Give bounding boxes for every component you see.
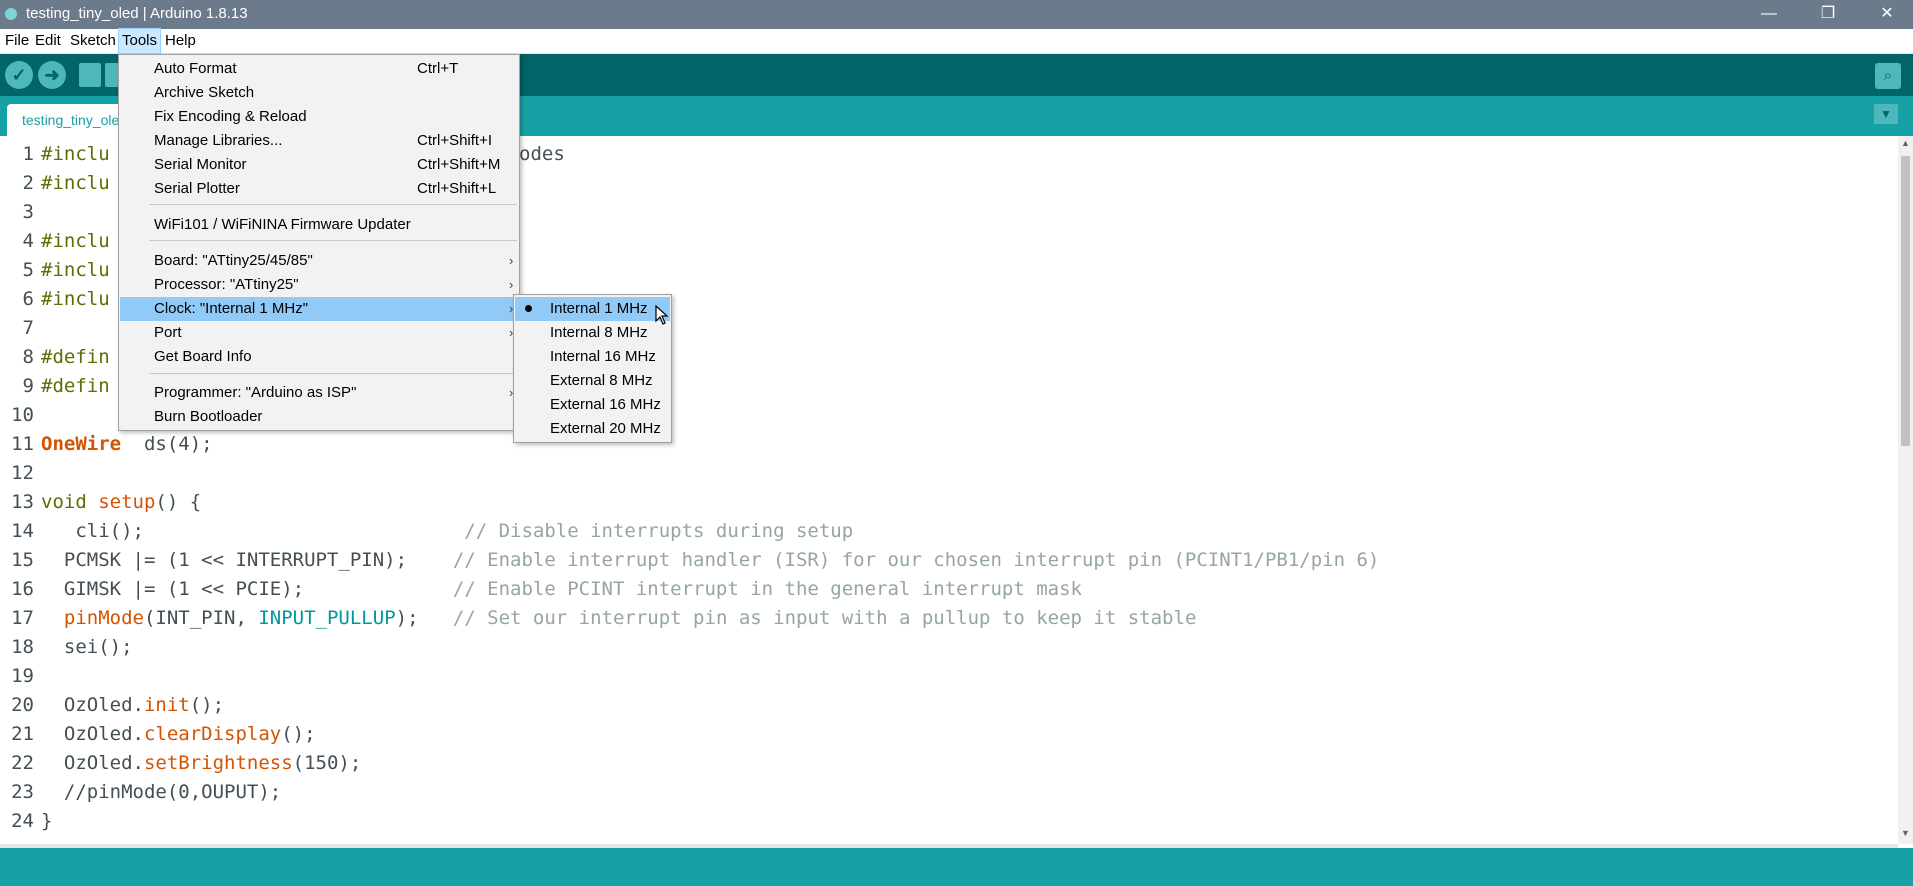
menu-item-port[interactable]: Port › [120, 321, 518, 345]
code-line: 14 cli(); // Disable interrupts during s… [11, 520, 854, 542]
code-line: 11 OneWire ds(4); [11, 433, 213, 455]
menu-bar: File Edit Sketch Tools Help [0, 28, 1913, 54]
minimize-button[interactable]: — [1746, 0, 1792, 29]
menu-item-get-board-info[interactable]: Get Board Info [120, 345, 518, 369]
menu-file[interactable]: File [2, 29, 32, 53]
upload-icon[interactable]: ➜ [38, 61, 66, 89]
clock-option-external-16mhz[interactable]: External 16 MHz [515, 393, 670, 417]
menu-item-fix-encoding[interactable]: Fix Encoding & Reload [120, 105, 518, 129]
menu-item-burn-bootloader[interactable]: Burn Bootloader [120, 405, 518, 429]
code-line: 18 sei(); [11, 636, 133, 658]
tab-menu-icon[interactable]: ▼ [1874, 104, 1898, 124]
menu-tools[interactable]: Tools [117, 28, 162, 54]
menu-help[interactable]: Help [162, 29, 199, 53]
vertical-scrollbar[interactable]: ▲ ▼ [1898, 136, 1913, 844]
tab-sketch[interactable]: testing_tiny_oled [7, 104, 127, 136]
code-line: 22 OzOled.setBrightness(150); [11, 752, 362, 774]
scroll-up-icon[interactable]: ▲ [1898, 136, 1913, 151]
menu-item-firmware-updater[interactable]: WiFi101 / WiFiNINA Firmware Updater [120, 213, 518, 237]
arduino-logo-icon [5, 8, 17, 20]
scroll-thumb[interactable] [1901, 156, 1910, 446]
code-line: 13 void setup() { [11, 491, 202, 513]
code-line: 23 //pinMode(0,OUPUT); [11, 781, 282, 803]
verify-icon[interactable]: ✓ [5, 61, 33, 89]
scroll-down-icon[interactable]: ▼ [1898, 826, 1913, 841]
menu-sketch[interactable]: Sketch [67, 29, 119, 53]
code-line: 19 [11, 665, 34, 687]
menu-edit[interactable]: Edit [32, 29, 64, 53]
menu-item-serial-plotter[interactable]: Serial Plotter Ctrl+Shift+L [120, 177, 518, 201]
code-line: 12 [11, 462, 34, 484]
serial-monitor-icon[interactable]: ⌕ [1875, 63, 1901, 89]
menu-item-board[interactable]: Board: "ATtiny25/45/85" › [120, 249, 518, 273]
menu-item-serial-monitor[interactable]: Serial Monitor Ctrl+Shift+M [120, 153, 518, 177]
clock-option-external-20mhz[interactable]: External 20 MHz [515, 417, 670, 441]
new-file-icon[interactable] [79, 63, 101, 87]
code-line: 24} [11, 810, 53, 832]
menu-item-programmer[interactable]: Programmer: "Arduino as ISP" › [120, 381, 518, 405]
menu-item-clock[interactable]: Clock: "Internal 1 MHz" › [120, 297, 518, 321]
tools-menu: Auto Format Ctrl+T Archive Sketch Fix Enc… [118, 54, 520, 431]
code-line: 16 GIMSK |= (1 << PCIE); // Enable PCINT… [11, 578, 1082, 600]
clock-option-internal-8mhz[interactable]: Internal 8 MHz [515, 321, 670, 345]
title-bar: testing_tiny_oled | Arduino 1.8.13 — ❐ ✕ [0, 0, 1913, 29]
code-line: 21 OzOled.clearDisplay(); [11, 723, 316, 745]
menu-separator [149, 240, 517, 241]
clock-option-internal-16mhz[interactable]: Internal 16 MHz [515, 345, 670, 369]
mouse-pointer-icon [655, 305, 669, 325]
status-bar [0, 848, 1913, 886]
menu-item-archive-sketch[interactable]: Archive Sketch [120, 81, 518, 105]
radio-selected-icon [525, 305, 532, 312]
clock-submenu: Internal 1 MHz Internal 8 MHz Internal 1… [513, 294, 672, 443]
clock-option-external-8mhz[interactable]: External 8 MHz [515, 369, 670, 393]
code-line: 17 pinMode(INT_PIN, INPUT_PULLUP); // Se… [11, 607, 1197, 629]
menu-item-auto-format[interactable]: Auto Format Ctrl+T [120, 57, 518, 81]
window-title: testing_tiny_oled | Arduino 1.8.13 [26, 5, 248, 22]
code-line: 20 OzOled.init(); [11, 694, 225, 716]
tab-label: testing_tiny_oled [22, 112, 127, 128]
clock-option-internal-1mhz[interactable]: Internal 1 MHz [515, 297, 670, 321]
restore-button[interactable]: ❐ [1805, 0, 1851, 29]
menu-separator [149, 204, 517, 205]
code-line: 15 PCMSK |= (1 << INTERRUPT_PIN); // Ena… [11, 549, 1380, 571]
submenu-arrow-icon: › [509, 253, 514, 268]
menu-separator [149, 373, 517, 374]
menu-item-processor[interactable]: Processor: "ATtiny25" › [120, 273, 518, 297]
menu-item-manage-libraries[interactable]: Manage Libraries... Ctrl+Shift+I [120, 129, 518, 153]
close-button[interactable]: ✕ [1864, 0, 1910, 29]
